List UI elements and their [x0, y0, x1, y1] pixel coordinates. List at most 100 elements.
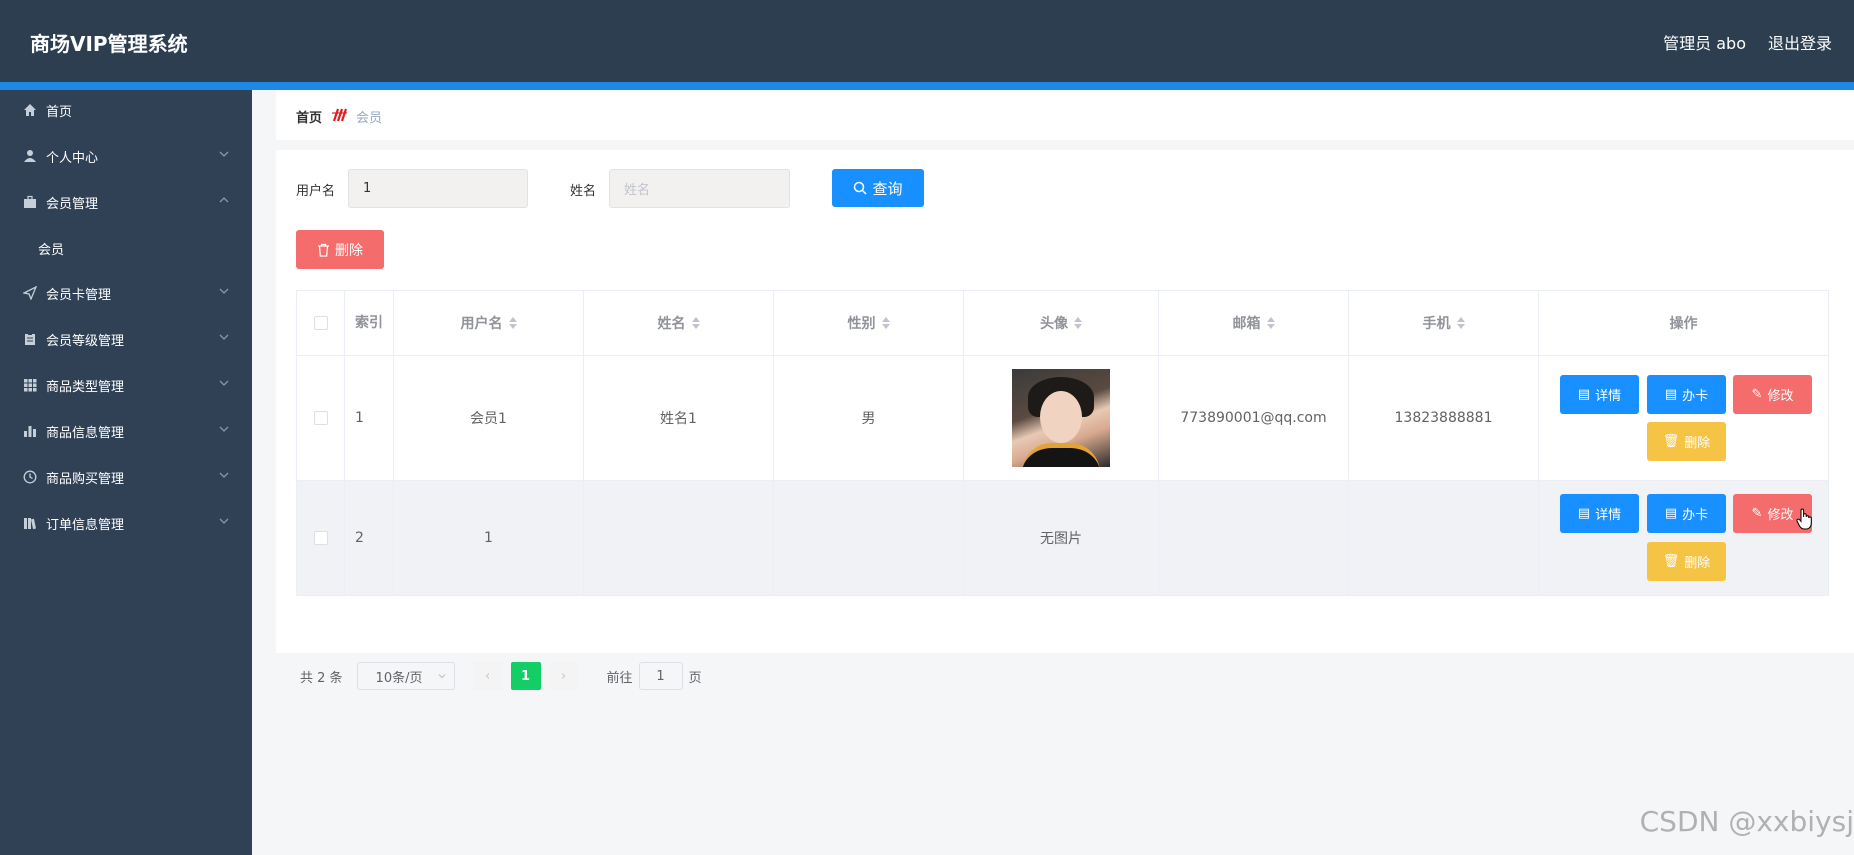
- table-row: 1 会员1 姓名1 男 773890001@qq.com 13823888881…: [297, 356, 1828, 481]
- chevron-down-icon: [219, 288, 229, 294]
- header-avatar[interactable]: 头像: [964, 291, 1159, 355]
- chevron-left-icon: ‹: [484, 668, 491, 684]
- header-email[interactable]: 邮箱: [1159, 291, 1349, 355]
- trash-icon: [318, 243, 329, 257]
- sort-icon: [1456, 317, 1465, 329]
- logout-link[interactable]: 退出登录: [1768, 30, 1832, 54]
- breadcrumb: 首页 会员: [296, 107, 382, 126]
- sidebar-item-member-card[interactable]: 会员卡管理: [0, 273, 252, 313]
- app-title: 商场VIP管理系统: [30, 32, 188, 56]
- cell-email: [1159, 481, 1349, 595]
- sidebar: 首页 个人中心 会员管理 会员 会员卡管理 会员等级管理 商品类型管理 商品信息…: [0, 90, 252, 855]
- header-phone[interactable]: 手机: [1349, 291, 1539, 355]
- cell-index: 2: [345, 481, 394, 595]
- name-input[interactable]: 姓名: [609, 169, 790, 208]
- sidebar-item-home[interactable]: 首页: [0, 90, 252, 130]
- doc-icon: ▤: [1577, 387, 1591, 402]
- cell-gender: [774, 481, 964, 595]
- header-name[interactable]: 姓名: [584, 291, 774, 355]
- sidebar-item-member-management[interactable]: 会员管理: [0, 182, 252, 222]
- cell-email: 773890001@qq.com: [1159, 356, 1349, 480]
- detail-button[interactable]: ▤ 详情: [1560, 375, 1639, 414]
- clock-icon: [22, 469, 38, 485]
- chevron-right-icon: ›: [560, 668, 567, 684]
- avatar-face: [1040, 391, 1082, 443]
- username-input[interactable]: 1: [348, 169, 528, 208]
- query-button[interactable]: 查询: [832, 169, 924, 207]
- sidebar-item-label: 个人中心: [46, 150, 99, 166]
- pencil-icon: ✎: [1751, 506, 1763, 521]
- sidebar-item-label: 商品信息管理: [46, 425, 125, 441]
- select-all-cell: [297, 291, 345, 355]
- sidebar-item-product-purchase[interactable]: 商品购买管理: [0, 457, 252, 497]
- member-table: 索引 用户名 姓名 性别 头像 邮箱 手机 操作 1 会员1 姓名1 男 773…: [296, 290, 1829, 596]
- row-checkbox[interactable]: [313, 411, 328, 425]
- briefcase-icon: [22, 194, 38, 210]
- doc-icon: ▤: [1664, 387, 1678, 402]
- sidebar-item-product-info[interactable]: 商品信息管理: [0, 411, 252, 451]
- admin-username: 管理员 abo: [1663, 34, 1746, 53]
- header-actions: 操作: [1669, 316, 1698, 332]
- detail-button[interactable]: ▤ 详情: [1560, 494, 1639, 533]
- select-all-checkbox[interactable]: [313, 316, 328, 330]
- chevron-down-icon: [219, 380, 229, 386]
- edit-button-label: 修改: [1767, 508, 1794, 523]
- doc-icon: ▤: [1577, 506, 1591, 521]
- batch-delete-button[interactable]: 删除: [296, 230, 384, 269]
- breadcrumb-bar: 首页 会员: [276, 90, 1854, 140]
- bar-chart-icon: [22, 423, 38, 439]
- page-size-select[interactable]: 10条/页: [356, 662, 455, 690]
- delete-button[interactable]: 🗑 删除: [1647, 422, 1726, 461]
- prev-page-button[interactable]: ‹: [472, 662, 503, 690]
- cell-username: 1: [394, 481, 584, 595]
- trash-icon: 🗑: [1662, 434, 1680, 449]
- chevron-down-icon: [219, 426, 229, 432]
- delete-button[interactable]: 🗑 删除: [1647, 542, 1726, 581]
- chevron-up-icon: [219, 197, 229, 203]
- header-name-label: 姓名: [657, 316, 686, 332]
- header-gender[interactable]: 性别: [774, 291, 964, 355]
- cell-avatar: 无图片: [964, 481, 1159, 595]
- chevron-down-icon: [219, 151, 229, 157]
- main-content: 用户名 1 姓名 姓名 查询 删除 索引 用户名 姓名 性别 头像 邮箱 手机 …: [276, 150, 1854, 690]
- sidebar-item-profile[interactable]: 个人中心: [0, 136, 252, 176]
- avatar-shirt: [1022, 443, 1100, 467]
- sidebar-item-label: 首页: [46, 104, 73, 120]
- header-username[interactable]: 用户名: [394, 291, 584, 355]
- breadcrumb-home[interactable]: 首页: [296, 107, 322, 126]
- grid-icon: [22, 377, 38, 393]
- edit-button[interactable]: ✎ 修改: [1733, 375, 1812, 414]
- sidebar-item-member-level[interactable]: 会员等级管理: [0, 319, 252, 359]
- sidebar-item-label: 商品类型管理: [46, 379, 125, 395]
- detail-button-label: 详情: [1595, 508, 1622, 523]
- chevron-down-icon: [438, 674, 445, 679]
- cell-phone: 13823888881: [1349, 356, 1539, 480]
- sidebar-item-product-type[interactable]: 商品类型管理: [0, 365, 252, 405]
- sidebar-subitem-member[interactable]: 会员: [0, 228, 252, 268]
- cell-index: 1: [345, 356, 394, 480]
- card-button[interactable]: ▤ 办卡: [1647, 494, 1726, 533]
- header-gender-label: 性别: [847, 316, 876, 332]
- header-email-label: 邮箱: [1232, 316, 1261, 332]
- trash-icon: 🗑: [1662, 554, 1680, 569]
- clipboard-icon: [22, 331, 38, 347]
- sidebar-item-order-info[interactable]: 订单信息管理: [0, 503, 252, 543]
- page-size-value: 10条/页: [375, 670, 423, 686]
- sort-icon: [508, 317, 517, 329]
- next-page-button[interactable]: ›: [548, 662, 579, 690]
- goto-page-input[interactable]: 1: [638, 662, 683, 690]
- pencil-icon: ✎: [1751, 387, 1763, 402]
- header-phone-label: 手机: [1422, 316, 1451, 332]
- chevron-down-icon: [219, 472, 229, 478]
- top-header: 商场VIP管理系统 管理员 abo 退出登录: [0, 0, 1854, 82]
- card-button[interactable]: ▤ 办卡: [1647, 375, 1726, 414]
- cell-username: 会员1: [394, 356, 584, 480]
- user-icon: [22, 148, 38, 164]
- page-number-current[interactable]: 1: [510, 662, 541, 690]
- delete-button-label: 删除: [1684, 436, 1711, 451]
- sidebar-item-label: 会员等级管理: [46, 333, 125, 349]
- pagination: 共 2 条 10条/页 ‹ 1 › 前往 1 页: [296, 662, 702, 690]
- row-checkbox[interactable]: [313, 531, 328, 545]
- pagination-total: 共 2 条: [300, 670, 343, 686]
- send-icon: [22, 285, 38, 301]
